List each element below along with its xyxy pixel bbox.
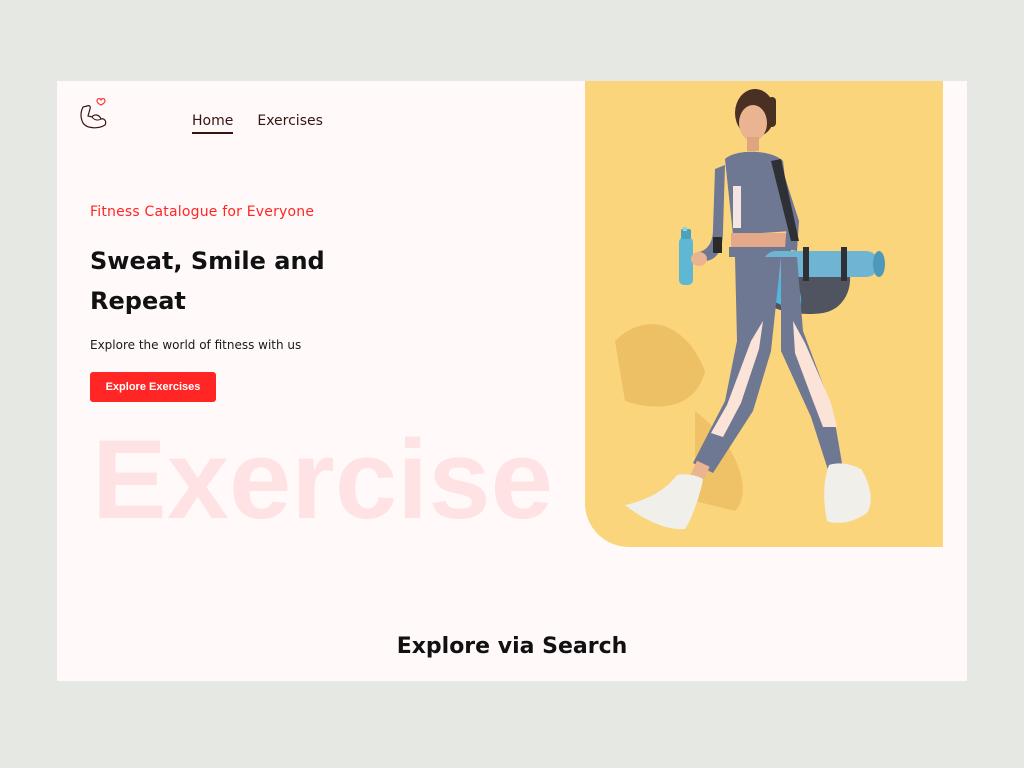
- nav-exercises-link[interactable]: Exercises: [257, 113, 323, 134]
- hero-image: [585, 81, 943, 547]
- hero-subtitle: Explore the world of fitness with us: [90, 338, 302, 352]
- nav-home-link[interactable]: Home: [192, 113, 234, 134]
- hero-headline: Sweat, Smile and Repeat: [90, 247, 325, 315]
- main-nav: Home Exercises: [192, 113, 323, 134]
- search-section-title: Explore via Search: [396, 634, 628, 659]
- page-frame: Home Exercises Exercise Fitness Catalogu…: [57, 81, 967, 681]
- hero-tagline: Fitness Catalogue for Everyone: [90, 204, 315, 220]
- explore-exercises-button[interactable]: Explore Exercises: [90, 372, 216, 402]
- woman-with-yoga-mat-photo: [615, 89, 885, 530]
- logo-icon[interactable]: [77, 97, 109, 131]
- background-word: Exercise: [92, 417, 553, 542]
